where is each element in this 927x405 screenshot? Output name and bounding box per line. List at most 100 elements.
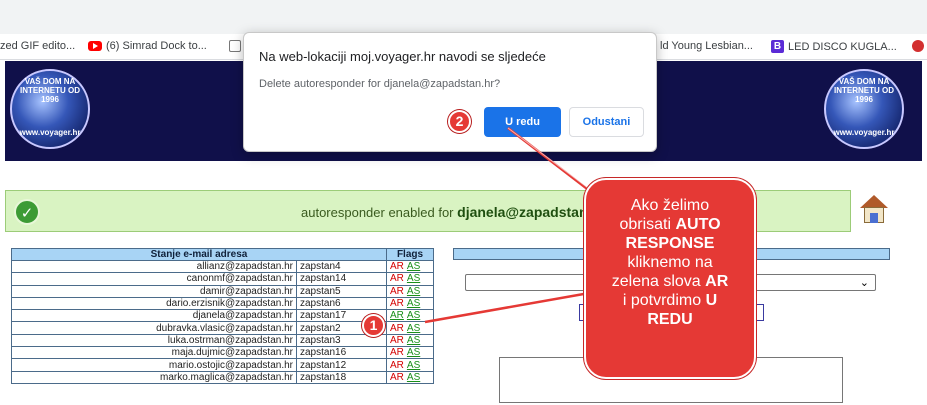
bookmark-label: (6) Simrad Dock to... [106,40,207,52]
callout-line: Ako želimo [630,197,710,214]
row-username: zapstan6 [296,296,387,311]
logo-text-bottom: www.voyager.hr [833,128,895,137]
row-email: marko.maglica@zapadstan.hr [11,370,297,384]
voyager-logo-left[interactable]: VAŠ DOM NA INTERNETU OD 1996 www.voyager… [10,69,90,149]
table-row: canonmf@zapadstan.hr zapstan14 AR AS [11,272,434,286]
as-flag-link[interactable]: AS [407,286,420,297]
table-row: mario.ostojic@zapadstan.hr zapstan12 AR AS [11,358,434,372]
status-text: autoresponder enabled for djanela@zapads… [301,204,591,220]
bookmark-label: ld Young Lesbian... [660,40,753,52]
ar-flag-link[interactable]: AR [390,298,404,309]
row-flags: AR AS [386,321,434,335]
dialog-message: Delete autoresponder for djanela@zapadst… [259,78,501,90]
check-icon: ✓ [14,199,40,225]
table-row: dario.erzisnik@zapadstan.hr zapstan6 AR AS [11,296,434,311]
ar-flag-link[interactable]: AR [390,323,404,334]
row-email: djanela@zapadstan.hr [11,309,297,323]
callout-emphasis: U [705,292,718,309]
row-flags: AR AS [386,272,434,286]
bookmark-gif-editor[interactable]: zed GIF edito... [0,40,75,52]
row-username: zapstan18 [296,370,387,384]
row-email: allianz@zapadstan.hr [11,259,297,274]
logo-text-bottom: www.voyager.hr [19,128,81,137]
row-username: zapstan5 [296,284,387,298]
row-username: zapstan12 [296,358,387,372]
as-flag-link[interactable]: AS [407,335,420,346]
red-circle-icon [912,40,924,52]
row-flags: AR AS [386,296,434,311]
callout-emphasis: AR [705,273,729,290]
row-flags: AR AS [386,358,434,372]
row-flags: AR AS [386,309,434,323]
logo-text-top: VAŠ DOM NA INTERNETU OD 1996 [20,77,80,104]
table-row: marko.maglica@zapadstan.hr zapstan18 AR AS [11,370,434,384]
row-email: damir@zapadstan.hr [11,284,297,298]
dialog-title: Na web-lokaciji moj.voyager.hr navodi se… [259,49,546,64]
as-flag-link[interactable]: AS [407,360,420,371]
table-row: damir@zapadstan.hr zapstan5 AR AS [11,284,434,298]
header-email: Stanje e-mail adresa [11,248,387,261]
as-flag-link[interactable]: AS [407,273,420,284]
b-icon: B [771,40,784,53]
browser-tab-strip [0,0,927,34]
ar-flag-link[interactable]: AR [390,273,404,284]
ok-button[interactable]: U redu [484,107,561,137]
callout-emphasis: RESPONSE [625,235,715,252]
cancel-button[interactable]: Odustani [569,107,644,137]
step-badge-1: 1 [362,314,385,337]
callout-line: obrisati [619,216,672,233]
status-email: djanela@zapadstan. [457,204,592,220]
voyager-logo-right[interactable]: VAŠ DOM NA INTERNETU OD 1996 www.voyager… [824,69,904,149]
row-flags: AR AS [386,259,434,274]
row-email: luka.ostrman@zapadstan.hr [11,333,297,348]
step-badge-2: 2 [448,110,471,133]
bookmark-led-disco[interactable]: B LED DISCO KUGLA... [771,40,897,53]
ar-flag-link[interactable]: AR [390,261,404,272]
row-flags: AR AS [386,333,434,348]
callout-emphasis: REDU [647,311,693,328]
table-row: maja.dujmic@zapadstan.hr zapstan16 AR AS [11,346,434,360]
bookmark-extra[interactable] [912,40,924,52]
confirm-dialog: Na web-lokaciji moj.voyager.hr navodi se… [243,32,657,152]
row-flags: AR AS [386,284,434,298]
ar-flag-link[interactable]: AR [390,372,404,383]
row-username: zapstan16 [296,346,387,360]
bookmark-label: zed GIF edito... [0,40,76,52]
row-email: maja.dujmic@zapadstan.hr [11,346,297,360]
as-flag-link[interactable]: AS [407,347,420,358]
row-flags: AR AS [386,346,434,360]
as-flag-link[interactable]: AS [407,310,420,321]
ar-flag-link[interactable]: AR [390,286,404,297]
bookmark-simrad[interactable]: (6) Simrad Dock to... [88,40,207,52]
callout-line: i potvrdimo [622,292,702,309]
row-username: zapstan14 [296,272,387,286]
bookmark-label: LED DISCO KUGLA... [788,40,897,53]
row-email: canonmf@zapadstan.hr [11,272,297,286]
ar-flag-link[interactable]: AR [390,360,404,371]
page-icon [229,40,241,52]
ar-flag-link[interactable]: AR [390,310,404,321]
status-label: autoresponder enabled for [301,205,454,220]
chevron-down-icon: ⌄ [859,277,869,289]
ar-flag-link[interactable]: AR [390,347,404,358]
table-row: allianz@zapadstan.hr zapstan4 AR AS [11,259,434,274]
logo-text-top: VAŠ DOM NA INTERNETU OD 1996 [834,77,894,104]
as-flag-link[interactable]: AS [407,298,420,309]
instruction-callout: Ako želimo obrisati AUTO RESPONSE klikne… [584,178,756,379]
row-email: dubravka.vlasic@zapadstan.hr [11,321,297,335]
as-flag-link[interactable]: AS [407,323,420,334]
bookmark-young[interactable]: ld Young Lesbian... [660,40,753,52]
as-flag-link[interactable]: AS [407,261,420,272]
row-flags: AR AS [386,370,434,384]
as-flag-link[interactable]: AS [407,372,420,383]
bookmark-generic[interactable] [229,40,241,52]
callout-line: zelena slova [611,273,701,290]
header-flags: Flags [386,248,434,261]
callout-emphasis: AUTO [675,216,721,233]
youtube-icon [88,41,102,51]
row-email: dario.erzisnik@zapadstan.hr [11,296,297,311]
row-email: mario.ostojic@zapadstan.hr [11,358,297,372]
row-username: zapstan4 [296,259,387,274]
ar-flag-link[interactable]: AR [390,335,404,346]
home-icon[interactable] [860,195,888,225]
